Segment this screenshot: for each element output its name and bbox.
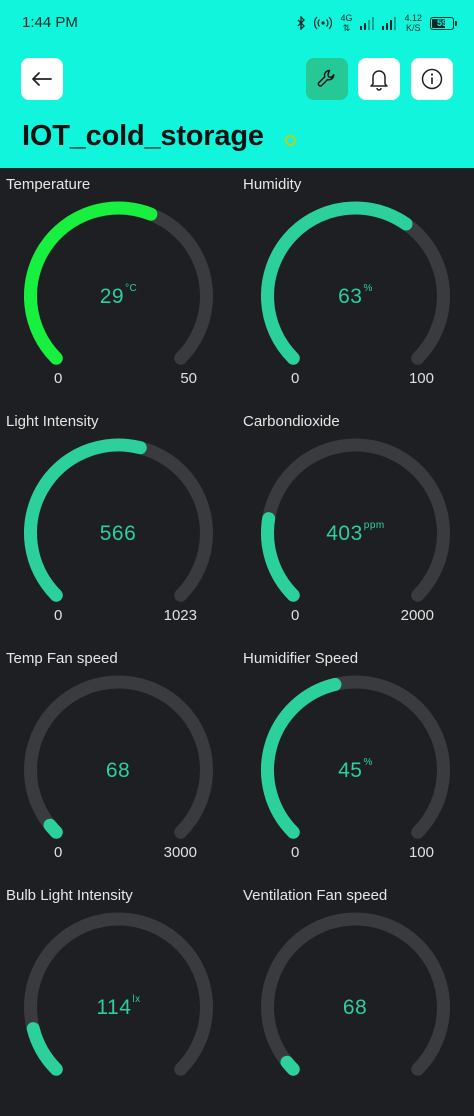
gauge-value: 68 [237,996,474,1020]
header-bar: 1:44 PM 4G ⇅ 4.12 K/S 59 IOT_cold_storag… [0,0,474,168]
hotspot-icon [314,16,333,30]
info-icon [421,68,443,90]
gauge-max: 2000 [400,607,434,624]
gauge-temperature[interactable]: Temperature 29°C 0 50 [0,168,237,405]
gauge-value-number: 63 [338,285,363,308]
gauge-unit: % [363,757,373,768]
gauge-value-number: 566 [99,522,137,545]
gauge-fill [260,201,413,365]
network-type-icon: 4G ⇅ [340,13,352,33]
gauge-max: 100 [408,370,434,387]
bluetooth-icon [297,16,306,30]
gauge-value: 114lx [0,994,237,1020]
gauge-value-number: 114 [96,996,132,1019]
network-speed: 4.12 K/S [404,13,422,33]
bell-icon [370,70,388,91]
gauge-min: 0 [291,370,300,387]
gauge-max: 50 [180,370,197,387]
gauge-fill [280,1055,300,1076]
gauge-fill [26,1022,63,1076]
gauge-ventilation-fan-speed[interactable]: Ventilation Fan speed 68 [237,879,474,1116]
info-button[interactable] [411,58,453,100]
gauge-track [24,912,213,1076]
page-title: IOT_cold_storage [22,120,264,152]
gauge-max: 3000 [163,844,197,861]
gauge-value-number: 45 [338,759,363,782]
signal-icon [360,16,375,30]
status-icons: 4G ⇅ 4.12 K/S 59 [296,10,457,36]
signal-2-icon [382,16,397,30]
arrow-left-icon [32,72,52,86]
gauge-value: 68 [0,759,237,783]
gauge-unit: % [363,283,373,294]
notifications-button[interactable] [358,58,400,100]
wrench-icon [317,69,335,87]
gauge-humidifier-speed[interactable]: Humidifier Speed 45% 0 100 [237,642,474,879]
gauge-track [261,438,450,602]
gauge-value-number: 403 [326,522,363,545]
gauge-min: 0 [54,370,63,387]
gauge-track [261,912,450,1076]
status-time: 1:44 PM [22,14,78,31]
gauge-value-number: 29 [99,285,125,308]
gauge-value-number: 68 [105,759,131,782]
gauge-value-number: 68 [342,996,368,1019]
gauge-temp-fan-speed[interactable]: Temp Fan speed 68 0 3000 [0,642,237,879]
gauge-max: 1023 [163,607,197,624]
gauge-fill [23,438,147,602]
gauge-min: 0 [291,607,300,624]
gauge-track [24,675,213,839]
gauge-min: 0 [54,844,63,861]
gauge-unit: °C [125,283,138,294]
network-speed-unit: K/S [405,23,421,33]
gauge-fill [43,818,63,839]
gauge-light-intensity[interactable]: Light Intensity 566 0 1023 [0,405,237,642]
gauge-min: 0 [291,844,300,861]
gauge-min: 0 [54,607,63,624]
gauge-value: 566 [0,522,237,546]
battery-icon: 59 [430,16,457,30]
gauge-carbondioxide[interactable]: Carbondioxide 403ppm 0 2000 [237,405,474,642]
gauge-value: 403ppm [237,520,474,546]
gauge-value: 45% [237,757,474,783]
gauge-humidity[interactable]: Humidity 63% 0 100 [237,168,474,405]
gauge-unit: ppm [363,520,385,531]
gauge-max: 100 [408,844,434,861]
status-bar: 1:44 PM 4G ⇅ 4.12 K/S 59 [0,0,474,46]
gauge-value: 29°C [0,283,237,309]
network-speed-value: 4.12 [404,13,422,23]
back-button[interactable] [21,58,63,100]
network-type: 4G [340,13,353,23]
gauge-unit: lx [132,994,141,1005]
data-arrows-icon: ⇅ [342,23,351,33]
gauge-bulb-light-intensity[interactable]: Bulb Light Intensity 114lx [0,879,237,1116]
settings-button[interactable] [306,58,348,100]
gauge-value: 63% [237,283,474,309]
device-status-indicator [285,135,296,146]
battery-level: 59 [436,18,447,28]
